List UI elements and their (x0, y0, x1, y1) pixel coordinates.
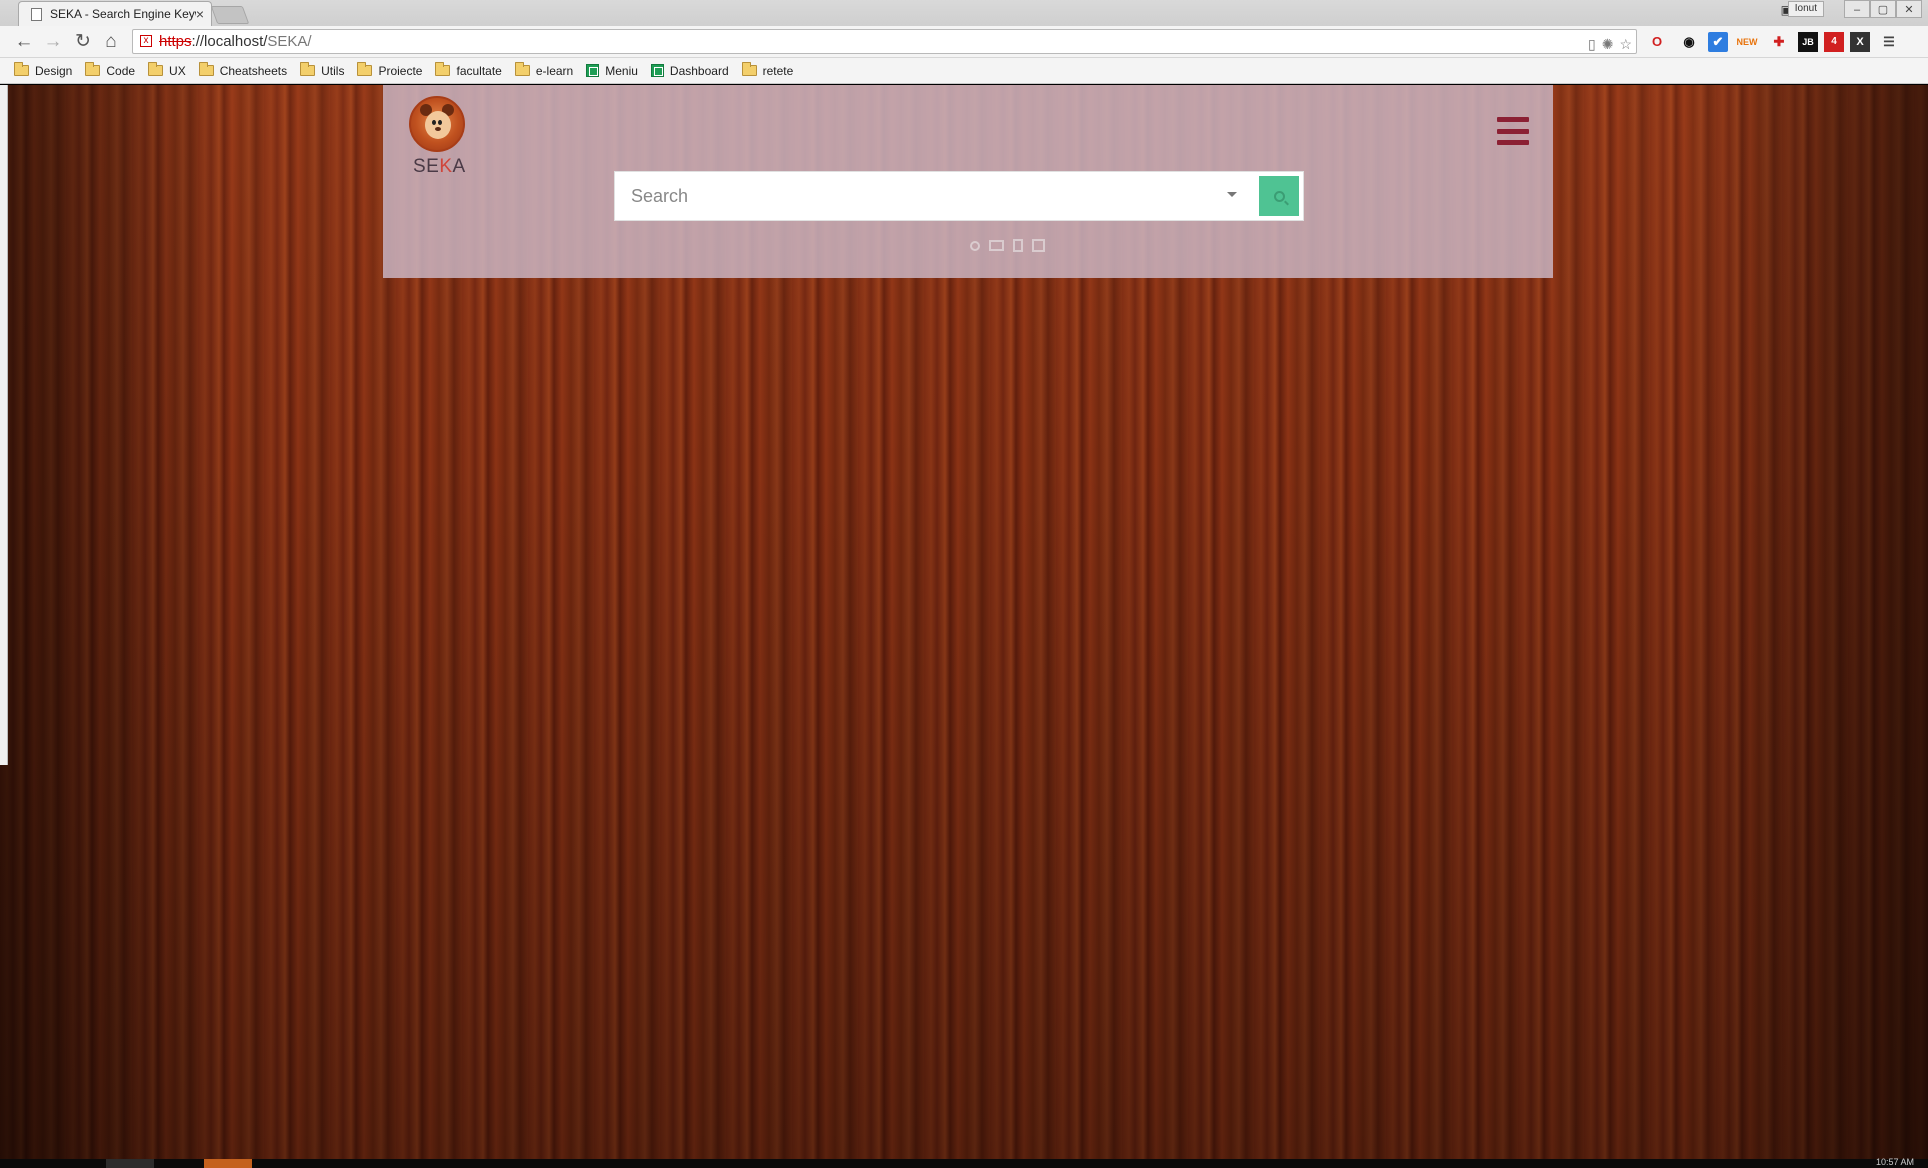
close-window-button[interactable]: ✕ (1896, 0, 1922, 18)
url-scheme: https (159, 33, 192, 50)
taskbar-item[interactable] (106, 1159, 154, 1168)
forward-button[interactable]: → (42, 31, 64, 53)
url-host: ://localhost/ (191, 33, 268, 50)
bookmark-design[interactable]: Design (14, 62, 73, 78)
search-icon (1273, 190, 1285, 202)
bookmark-label: Design (35, 63, 73, 78)
browser-tab[interactable]: SEKA - Search Engine Keyw × (18, 1, 212, 26)
back-button[interactable]: ← (13, 31, 35, 53)
jb-icon[interactable]: JB (1798, 32, 1818, 52)
folder-icon (14, 62, 29, 76)
beaver-logo-icon[interactable] (409, 96, 465, 152)
brand-name[interactable]: SEKA (413, 156, 466, 178)
bookmark-meniu[interactable]: Meniu (586, 64, 638, 78)
browser-toolbar: ← → ↻ ⌂ x https://localhost/SEKA/ ▯ ✺ ☆ … (0, 26, 1928, 58)
bookmark-e-learn[interactable]: e-learn (514, 62, 574, 78)
tab-title: SEKA - Search Engine Keyw (50, 7, 196, 21)
bookmark-label: retete (762, 63, 794, 78)
insecure-warning-icon[interactable]: x (140, 35, 152, 47)
page-action-icon[interactable]: ▯ (1588, 33, 1596, 56)
bookmark-label: Proiecte (378, 63, 423, 78)
bookmark-label: Utils (321, 63, 345, 78)
bookmark-label: Cheatsheets (219, 63, 288, 78)
search-button[interactable] (1259, 176, 1299, 216)
brand-prefix: SE (413, 156, 440, 177)
folder-icon (198, 62, 214, 76)
new-tab-button[interactable] (210, 6, 250, 24)
puzzle-icon[interactable]: ✚ (1766, 30, 1792, 54)
bookmark-label: facultate (456, 63, 502, 78)
address-bar[interactable]: x https://localhost/SEKA/ ▯ ✺ ☆ (132, 29, 1637, 54)
x-icon[interactable]: X (1850, 32, 1870, 52)
address-bar-actions: ▯ ✺ ☆ (1588, 33, 1632, 56)
bookmark-label: Meniu (605, 63, 638, 78)
extensions-bar: O ◉ ✔ NEW ✚ JB 4 X ☰ (1644, 30, 1902, 54)
bookmark-ux[interactable]: UX (148, 62, 186, 78)
chrome-menu-icon[interactable]: ☰ (1876, 30, 1902, 54)
minimize-button[interactable]: – (1844, 0, 1870, 18)
tab-close-icon[interactable]: × (196, 6, 204, 22)
hamburger-menu-icon[interactable] (1497, 117, 1529, 145)
folder-icon (300, 62, 316, 76)
bookmark-label: e-learn (535, 63, 574, 78)
folder-icon (148, 62, 164, 76)
search-input[interactable] (615, 172, 1215, 220)
bookmark-label: UX (169, 63, 186, 78)
folder-icon (741, 62, 757, 76)
os-taskbar: 10:57 AM (0, 1157, 1928, 1168)
eye-icon[interactable]: ◉ (1676, 30, 1702, 54)
taskbar-item-active[interactable] (204, 1159, 252, 1168)
search-videos-icon[interactable] (1032, 239, 1045, 252)
bookmark-utils[interactable]: Utils (300, 62, 345, 78)
todoist-icon[interactable]: 4 (1824, 32, 1844, 52)
bookmark-label: Dashboard (669, 63, 729, 78)
spreadsheet-icon (650, 64, 664, 77)
browser-titlebar: SEKA - Search Engine Keyw × ▣ Ionut – ▢ … (0, 0, 1928, 26)
search-box (614, 171, 1304, 221)
brand-suffix: A (452, 156, 466, 177)
url-path: SEKA/ (267, 33, 312, 50)
maximize-button[interactable]: ▢ (1870, 0, 1896, 18)
search-documents-icon[interactable] (1013, 239, 1023, 252)
home-button[interactable]: ⌂ (100, 31, 122, 53)
bookmark-code[interactable]: Code (85, 62, 136, 78)
brand-accent: K (439, 156, 453, 177)
bookmark-retete[interactable]: retete (741, 62, 794, 78)
side-panel-edge (0, 85, 8, 765)
window-controls: – ▢ ✕ (1844, 0, 1922, 18)
new-icon[interactable]: NEW (1734, 30, 1760, 54)
taskbar-clock: 10:57 AM (1875, 1157, 1914, 1167)
chevron-down-icon[interactable] (1227, 192, 1237, 197)
bookmark-cheatsheets[interactable]: Cheatsheets (198, 62, 288, 78)
spreadsheet-icon (586, 64, 600, 77)
search-images-icon[interactable] (989, 240, 1004, 251)
bookmark-proiecte[interactable]: Proiecte (357, 62, 423, 78)
profile-badge[interactable]: Ionut (1787, 1, 1824, 17)
bookmark-dashboard[interactable]: Dashboard (650, 63, 729, 78)
search-web-icon[interactable] (970, 240, 980, 251)
site-header: SEKA (383, 85, 1553, 278)
bookmark-star-icon[interactable]: ☆ (1619, 33, 1632, 56)
page-icon (31, 7, 42, 21)
bookmark-facultate[interactable]: facultate (435, 62, 502, 78)
bookmark-label: Code (106, 63, 136, 78)
page-viewport: SEKA (0, 85, 1928, 1159)
search-type-selector (970, 239, 1045, 252)
check-icon[interactable]: ✔ (1708, 32, 1728, 52)
opera-icon[interactable]: O (1644, 30, 1670, 54)
folder-icon (85, 62, 101, 76)
folder-icon (514, 62, 530, 76)
folder-icon (435, 62, 451, 76)
bookmarks-bar: Design Code UX Cheatsheets Utils Proiect… (0, 58, 1928, 84)
folder-icon (357, 62, 373, 76)
settings-icon[interactable]: ✺ (1602, 33, 1614, 56)
reload-button[interactable]: ↻ (72, 31, 94, 53)
